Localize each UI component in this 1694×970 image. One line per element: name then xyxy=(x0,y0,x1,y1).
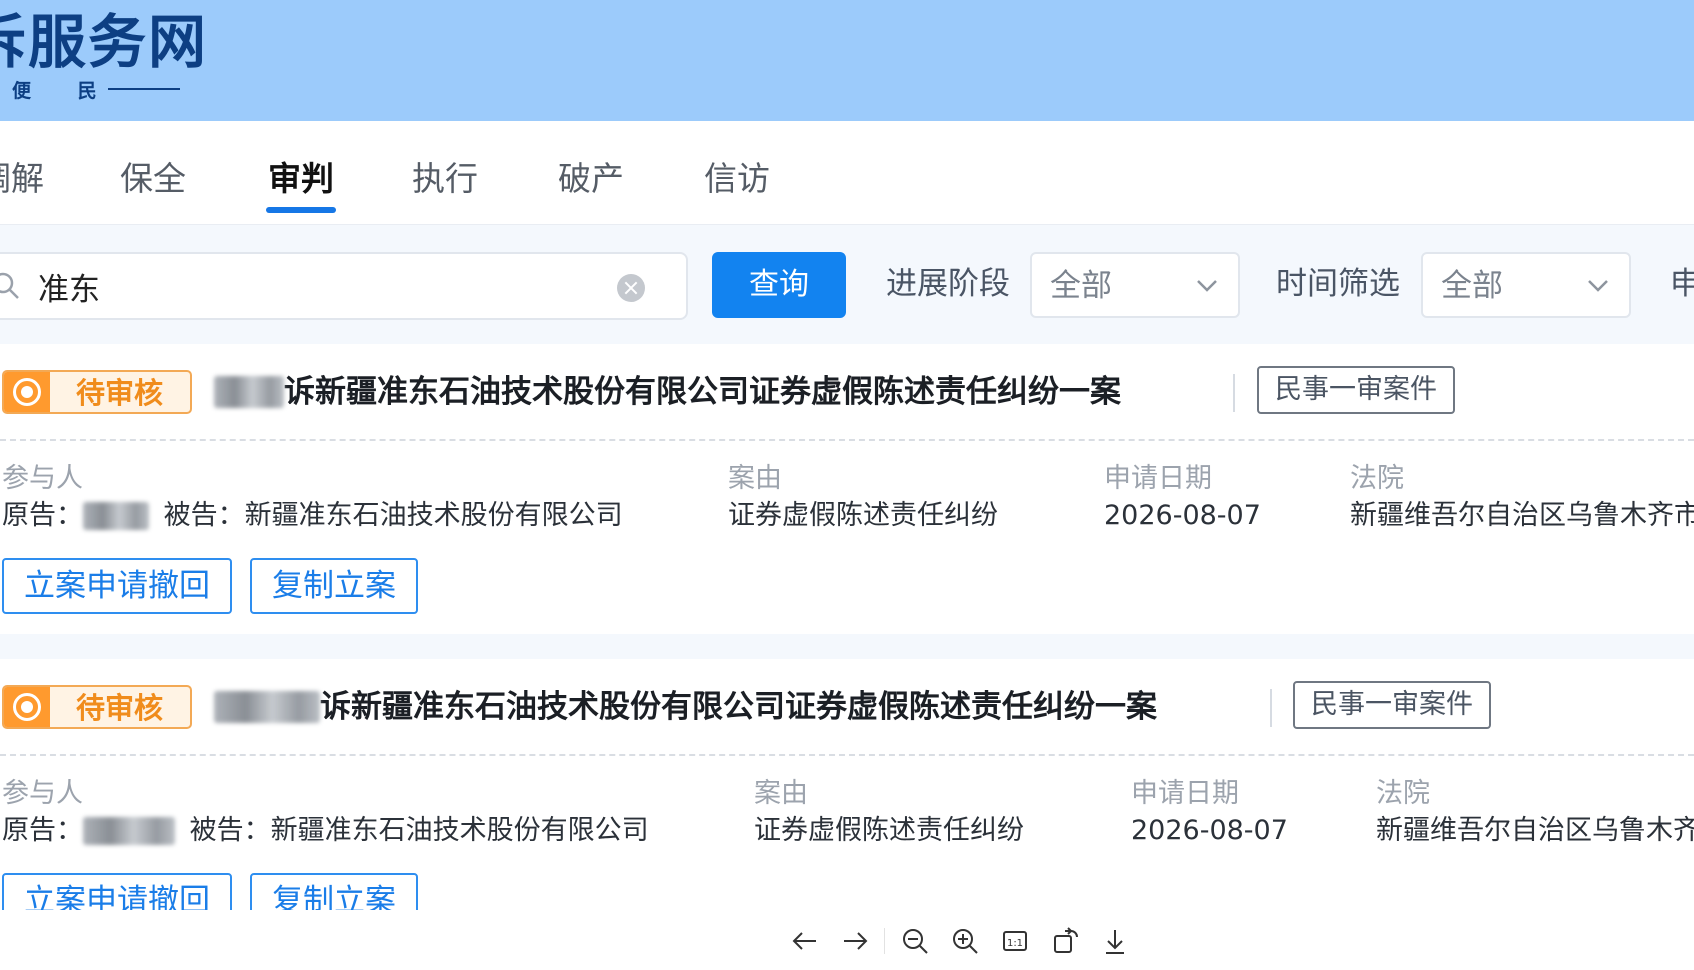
search-input[interactable] xyxy=(38,268,598,304)
cause-value: 证券虚假陈述责任纠纷 xyxy=(728,500,998,531)
chevron-down-icon xyxy=(1588,280,1608,292)
search-icon xyxy=(0,272,19,299)
rotate-icon[interactable] xyxy=(1046,922,1084,960)
withdraw-filing-button[interactable]: 立案申请撤回 xyxy=(2,558,232,614)
case-title[interactable]: 诉新疆准东石油技术股份有限公司证券虚假陈述责任纠纷一案 xyxy=(214,370,1121,414)
logo-underline xyxy=(108,88,180,90)
tab-trial[interactable]: 审判 xyxy=(268,149,334,209)
plaintiff-prefix: 原告： xyxy=(2,500,83,531)
status-badge: 待审核 xyxy=(2,370,192,414)
chevron-down-icon xyxy=(1197,280,1217,292)
actual-size-icon[interactable]: 1:1 xyxy=(996,922,1034,960)
case-title-text: 诉新疆准东石油技术股份有限公司证券虚假陈述责任纠纷一案 xyxy=(320,689,1157,725)
court-value: 新疆维吾尔自治区乌鲁木齐 xyxy=(1376,815,1694,846)
case-title-text: 诉新疆准东石油技术股份有限公司证券虚假陈述责任纠纷一案 xyxy=(284,374,1121,410)
stage-filter-label: 进展阶段 xyxy=(886,266,1010,302)
status-text: 待审核 xyxy=(76,376,164,410)
zoom-in-icon[interactable] xyxy=(946,922,984,960)
court-label: 法院 xyxy=(1376,778,1430,809)
time-filter-label: 时间筛选 xyxy=(1276,266,1400,302)
case-type-badge: 民事一审案件 xyxy=(1293,681,1491,729)
case-type-badge: 民事一审案件 xyxy=(1257,366,1455,414)
withdraw-filing-button[interactable]: 立案申请撤回 xyxy=(2,873,232,910)
header-banner: 诉服务网 便 民 xyxy=(0,0,1694,121)
participant-label: 参与人 xyxy=(2,778,83,809)
image-viewer: 诉服务网 便 民 调解 保全 审判 执行 破产 信访 查询 xyxy=(0,0,1694,970)
copy-filing-button[interactable]: 复制立案 xyxy=(250,873,418,910)
tab-execution[interactable]: 执行 xyxy=(412,149,478,209)
category-tabs: 调解 保全 审判 执行 破产 信访 xyxy=(0,121,1694,225)
title-divider xyxy=(1270,689,1272,727)
filter-bar: 查询 进展阶段 全部 时间筛选 全部 申 xyxy=(0,226,1694,344)
status-icon xyxy=(4,687,50,727)
date-value: 2026-08-07 xyxy=(1104,500,1261,531)
date-label: 申请日期 xyxy=(1104,463,1212,494)
stage-select-value: 全部 xyxy=(1050,268,1112,304)
arrow-left-icon[interactable] xyxy=(786,922,824,960)
cause-label: 案由 xyxy=(728,463,782,494)
clear-icon[interactable] xyxy=(617,274,645,302)
case-card: 待审核 诉新疆准东石油技术股份有限公司证券虚假陈述责任纠纷一案 民事一审案件 参… xyxy=(0,659,1694,910)
time-select[interactable]: 全部 xyxy=(1421,252,1631,318)
screenshot-content: 诉服务网 便 民 调解 保全 审判 执行 破产 信访 查询 xyxy=(0,0,1694,910)
extra-filter-label: 申 xyxy=(1670,266,1694,302)
zoom-out-icon[interactable] xyxy=(896,922,934,960)
participant-value: 原告： 被告：新疆准东石油技术股份有限公司 xyxy=(2,812,649,850)
cause-label: 案由 xyxy=(754,778,808,809)
redacted-plaintiff xyxy=(83,817,175,845)
date-label: 申请日期 xyxy=(1131,778,1239,809)
redacted-name xyxy=(214,376,284,408)
court-value: 新疆维吾尔自治区乌鲁木齐市 xyxy=(1350,500,1694,531)
time-select-value: 全部 xyxy=(1441,268,1503,304)
case-card: 待审核 诉新疆准东石油技术股份有限公司证券虚假陈述责任纠纷一案 民事一审案件 参… xyxy=(0,344,1694,634)
search-box[interactable] xyxy=(0,252,688,320)
participant-value: 原告： 被告：新疆准东石油技术股份有限公司 xyxy=(2,497,623,535)
status-icon xyxy=(4,372,50,412)
toolbar-separator xyxy=(884,928,885,954)
redacted-name xyxy=(214,691,320,723)
cause-value: 证券虚假陈述责任纠纷 xyxy=(754,815,1024,846)
redacted-plaintiff xyxy=(83,502,149,530)
participant-label: 参与人 xyxy=(2,463,83,494)
query-button[interactable]: 查询 xyxy=(712,252,846,318)
tab-bankruptcy[interactable]: 破产 xyxy=(558,149,624,209)
status-text: 待审核 xyxy=(76,691,164,725)
site-logo-subtitle: 便 民 xyxy=(12,80,117,102)
copy-filing-button[interactable]: 复制立案 xyxy=(250,558,418,614)
tab-petition[interactable]: 信访 xyxy=(704,149,770,209)
defendant-text: 被告：新疆准东石油技术股份有限公司 xyxy=(189,815,649,846)
arrow-right-icon[interactable] xyxy=(836,922,874,960)
tab-mediation[interactable]: 调解 xyxy=(0,149,44,209)
defendant-text: 被告：新疆准东石油技术股份有限公司 xyxy=(163,500,623,531)
date-value: 2026-08-07 xyxy=(1131,815,1288,846)
card-divider xyxy=(0,439,1694,441)
active-tab-indicator xyxy=(266,207,336,213)
card-divider xyxy=(0,754,1694,756)
download-icon[interactable] xyxy=(1096,922,1134,960)
tab-preservation[interactable]: 保全 xyxy=(120,149,186,209)
stage-select[interactable]: 全部 xyxy=(1030,252,1240,318)
svg-text:1:1: 1:1 xyxy=(1007,938,1023,949)
plaintiff-prefix: 原告： xyxy=(2,815,83,846)
court-label: 法院 xyxy=(1350,463,1404,494)
site-logo-title: 诉服务网 xyxy=(0,8,209,76)
case-title[interactable]: 诉新疆准东石油技术股份有限公司证券虚假陈述责任纠纷一案 xyxy=(214,685,1157,729)
status-badge: 待审核 xyxy=(2,685,192,729)
viewer-toolbar: 1:1 xyxy=(770,918,1130,964)
title-divider xyxy=(1233,374,1235,412)
